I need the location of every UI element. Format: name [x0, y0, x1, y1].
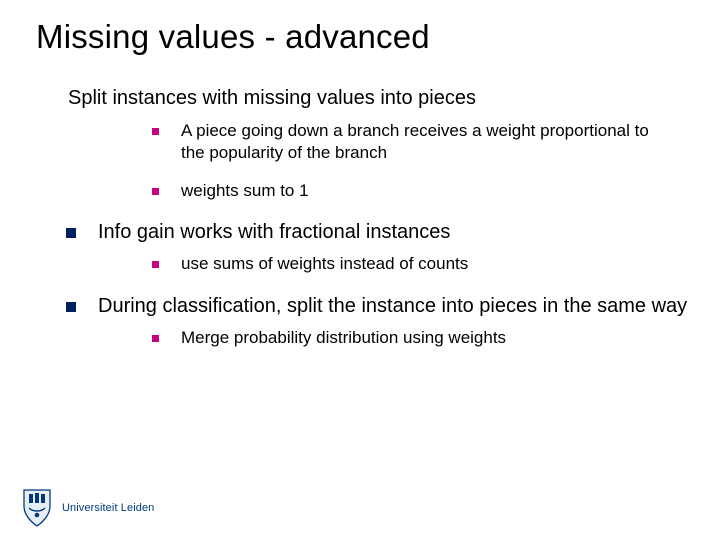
- square-bullet-icon: [152, 128, 159, 135]
- square-bullet-icon: [66, 228, 76, 238]
- level2-text: weights sum to 1: [181, 180, 309, 202]
- level1-item: Split instances with missing values into…: [66, 86, 690, 112]
- level2-text: A piece going down a branch receives a w…: [181, 120, 661, 164]
- level2-item: weights sum to 1: [152, 180, 690, 202]
- footer: Universiteit Leiden: [20, 488, 154, 528]
- level1-text: Info gain works with fractional instance…: [98, 220, 450, 246]
- level2-group: use sums of weights instead of counts: [152, 253, 690, 275]
- square-bullet-icon: [152, 188, 159, 195]
- level2-item: A piece going down a branch receives a w…: [152, 120, 690, 164]
- section-2: Info gain works with fractional instance…: [30, 220, 690, 276]
- section-3: During classification, split the instanc…: [30, 294, 690, 350]
- level2-item: Merge probability distribution using wei…: [152, 327, 690, 349]
- level1-text: Split instances with missing values into…: [68, 86, 476, 112]
- level2-group: Merge probability distribution using wei…: [152, 327, 690, 349]
- level1-item: During classification, split the instanc…: [66, 294, 690, 320]
- level2-item: use sums of weights instead of counts: [152, 253, 690, 275]
- level2-text: Merge probability distribution using wei…: [181, 327, 506, 349]
- university-wordmark: Universiteit Leiden: [62, 502, 154, 514]
- section-1: Split instances with missing values into…: [30, 86, 690, 202]
- square-bullet-icon: [152, 261, 159, 268]
- level2-text: use sums of weights instead of counts: [181, 253, 468, 275]
- slide: Missing values - advanced Split instance…: [0, 0, 720, 540]
- square-bullet-icon: [152, 335, 159, 342]
- level1-item: Info gain works with fractional instance…: [66, 220, 690, 246]
- level2-group: A piece going down a branch receives a w…: [152, 120, 690, 202]
- square-bullet-icon: [66, 302, 76, 312]
- level1-text: During classification, split the instanc…: [98, 294, 687, 320]
- page-title: Missing values - advanced: [36, 18, 690, 56]
- university-crest-icon: [20, 488, 54, 528]
